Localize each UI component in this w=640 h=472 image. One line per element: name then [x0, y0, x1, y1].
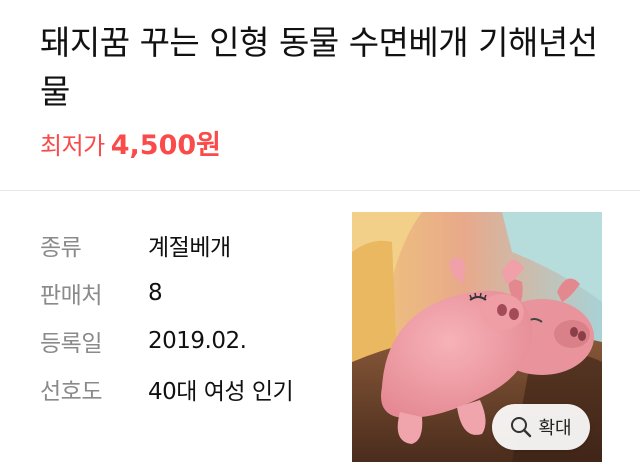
- spec-list: 종류 계절베개 판매처 8 등록일 2019.02. 선호도 40대 여성 인기: [40, 221, 340, 413]
- price-label: 최저가: [40, 132, 105, 160]
- spec-key: 판매처: [40, 283, 102, 309]
- spec-value: 8: [148, 280, 163, 306]
- spec-row: 선호도 40대 여성 인기: [40, 365, 340, 413]
- price-value: 4,500원: [110, 130, 221, 161]
- product-image[interactable]: 확대: [352, 212, 602, 462]
- product-header: 돼지꿈 꾸는 인형 동물 수면베개 기해년선물 최저가 4,500원: [0, 0, 640, 170]
- spec-key: 등록일: [40, 331, 102, 357]
- price-row: 최저가 4,500원: [40, 131, 600, 161]
- spec-value: 2019.02.: [148, 328, 247, 354]
- spec-row: 종류 계절베개: [40, 221, 340, 269]
- spec-value: 계절베개: [148, 235, 231, 261]
- spec-key: 종류: [40, 235, 82, 261]
- zoom-button[interactable]: 확대: [492, 404, 590, 450]
- spec-value: 40대 여성 인기: [148, 379, 294, 405]
- spec-row: 판매처 8: [40, 269, 340, 317]
- product-title: 돼지꿈 꾸는 인형 동물 수면베개 기해년선물: [40, 23, 598, 111]
- zoom-label: 확대: [538, 418, 572, 439]
- spec-key: 선호도: [40, 379, 102, 405]
- magnifier-icon: [511, 417, 532, 438]
- section-divider: [0, 190, 640, 191]
- spec-row: 등록일 2019.02.: [40, 317, 340, 365]
